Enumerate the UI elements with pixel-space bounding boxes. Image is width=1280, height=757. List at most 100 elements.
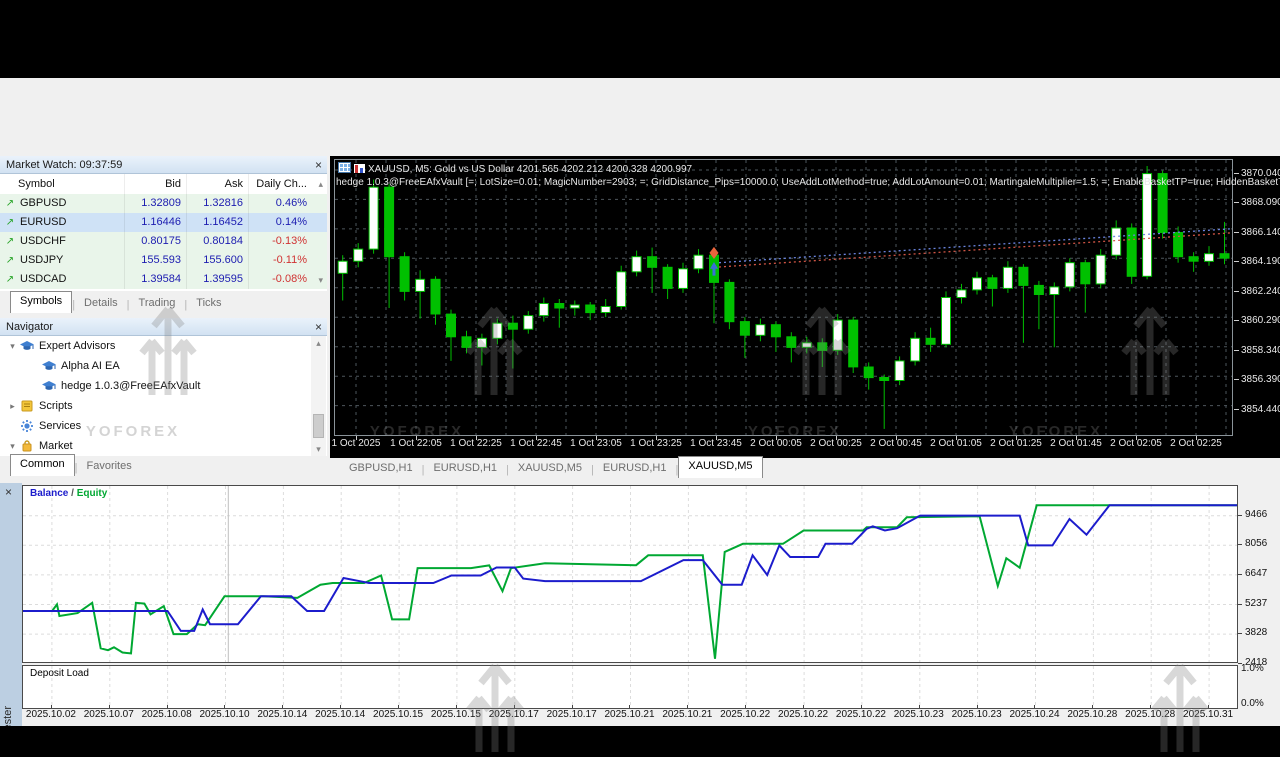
scroll-down-icon[interactable]: ▾ [311, 442, 326, 456]
value-tick [1238, 633, 1242, 634]
date-tick [167, 705, 168, 708]
date-tick [861, 705, 862, 708]
chevron-down-icon[interactable]: ▾ [6, 436, 19, 456]
chart-tab-xauusd-m5[interactable]: XAUUSD,M5 [509, 459, 591, 478]
date-axis-label: 2025.10.21 [662, 709, 712, 720]
time-axis-label: 1 Oct 23:25 [630, 438, 682, 449]
ask-cell: 0.80184 [186, 232, 248, 251]
scroll-down-icon[interactable]: ▾ [318, 275, 323, 286]
trend-up-icon: ↗ [0, 270, 20, 289]
scroll-up-icon[interactable]: ▴ [318, 179, 323, 190]
percent-bottom-label: 0.0% [1241, 698, 1264, 709]
ea-parameters-text: hedge 1.0.3@FreeEAfxVault [=; LotSize=0.… [336, 177, 1280, 188]
time-axis-label: 1 Oct 2025 [332, 438, 381, 449]
tree-item-market[interactable]: ▾Market [0, 436, 327, 456]
scroll-up-icon[interactable]: ▴ [311, 336, 326, 350]
date-tick [340, 705, 341, 708]
strategy-tester-strip[interactable]: × Strategy Tester [0, 483, 22, 726]
deposit-load-chart[interactable]: Deposit Load [22, 665, 1238, 709]
bid-cell: 1.16446 [124, 213, 186, 232]
value-tick [1238, 574, 1242, 575]
close-icon[interactable]: × [315, 318, 322, 336]
close-icon[interactable]: × [315, 156, 322, 174]
date-tick [51, 705, 52, 708]
depth-of-market-icon[interactable] [338, 162, 351, 173]
chart-tab-xauusd-m5[interactable]: XAUUSD,M5 [678, 456, 762, 478]
balance-equity-chart[interactable]: Balance / Equity [22, 485, 1238, 663]
table-row[interactable]: ↗EURUSD1.164461.164520.14% [0, 213, 327, 232]
candlestick-chart[interactable] [334, 159, 1233, 436]
close-icon[interactable]: × [5, 485, 12, 499]
value-axis-label: 6647 [1245, 568, 1267, 579]
date-axis-label: 2025.10.22 [836, 709, 886, 720]
scripts-icon [19, 400, 35, 412]
time-axis-label: 1 Oct 23:45 [690, 438, 742, 449]
ask-cell: 155.600 [186, 251, 248, 270]
date-tick [572, 705, 573, 708]
time-axis-label: 2 Oct 00:05 [750, 438, 802, 449]
market-watch-rows: ↗GBPUSD1.328091.328160.46%↗EURUSD1.16446… [0, 194, 327, 289]
tab-trading[interactable]: Trading [130, 294, 185, 313]
chart-tab-eurusd-h1[interactable]: EURUSD,H1 [424, 459, 506, 478]
tree-item-label: Expert Advisors [35, 336, 115, 356]
value-axis-label: 5237 [1245, 598, 1267, 609]
strategy-tester-panel: × Strategy Tester Balance / Equity Depos… [0, 483, 1280, 726]
bid-cell: 155.593 [124, 251, 186, 270]
date-tick [977, 705, 978, 708]
date-axis-label: 2025.10.21 [604, 709, 654, 720]
symbol-cell: USDCHF [20, 232, 124, 251]
date-axis-label: 2025.10.02 [26, 709, 76, 720]
time-axis-label: 2 Oct 01:05 [930, 438, 982, 449]
tree-item-hedge-1-0-3-freeeafxvault[interactable]: hedge 1.0.3@FreeEAfxVault [0, 376, 327, 396]
chevron-down-icon[interactable]: ▾ [6, 336, 19, 356]
date-tick [1034, 705, 1035, 708]
services-icon [19, 420, 35, 432]
trend-up-icon: ↗ [0, 251, 20, 270]
table-row[interactable]: ↗USDJPY155.593155.600-0.11% [0, 251, 327, 270]
chevron-right-icon[interactable]: ▸ [6, 396, 19, 416]
table-row[interactable]: ↗USDCAD1.395841.39595-0.08% [0, 270, 327, 289]
symbol-cell: GBPUSD [20, 194, 124, 213]
chart-tab-gbpusd-h1[interactable]: GBPUSD,H1 [340, 459, 422, 478]
navigator-titlebar: Navigator × [0, 318, 327, 336]
time-axis-label: 1 Oct 22:05 [390, 438, 442, 449]
column-header-bid[interactable]: Bid [124, 174, 186, 194]
bid-cell: 1.39584 [124, 270, 186, 289]
chart-tabbar: GBPUSD,H1|EURUSD,H1|XAUUSD,M5|EURUSD,H1|… [330, 458, 1280, 478]
date-tick [224, 705, 225, 708]
tree-item-expert-advisors[interactable]: ▾ Expert Advisors [0, 336, 327, 356]
symbol-cell: USDCAD [20, 270, 124, 289]
scrollbar-thumb[interactable] [313, 414, 324, 438]
column-header-ask[interactable]: Ask [186, 174, 248, 194]
price-tick [1234, 173, 1239, 174]
tab-favorites[interactable]: Favorites [77, 457, 140, 476]
price-axis-label: 3868.090 [1241, 197, 1280, 208]
tab-common[interactable]: Common [10, 454, 75, 476]
tab-ticks[interactable]: Ticks [187, 294, 230, 313]
column-header-symbol[interactable]: Symbol [0, 174, 124, 194]
time-axis-label: 2 Oct 02:25 [1170, 438, 1222, 449]
tree-item-services[interactable]: Services [0, 416, 327, 436]
column-header-change[interactable]: Daily Ch... [248, 174, 312, 194]
bid-cell: 0.80175 [124, 232, 186, 251]
table-row[interactable]: ↗GBPUSD1.328091.328160.46% [0, 194, 327, 213]
chart-type-icon[interactable] [354, 164, 365, 173]
navigator-title: Navigator [6, 321, 53, 333]
tree-item-alpha-ai-ea[interactable]: Alpha AI EA [0, 356, 327, 376]
date-tick [687, 705, 688, 708]
tree-item-scripts[interactable]: ▸Scripts [0, 396, 327, 416]
date-axis-label: 2025.10.22 [720, 709, 770, 720]
workspace: Market Watch: 09:37:59 × SymbolBidAskDai… [0, 78, 1280, 648]
expert-icon [19, 340, 35, 353]
deposit-load-label: Deposit Load [30, 668, 89, 679]
chart-tab-eurusd-h1[interactable]: EURUSD,H1 [594, 459, 676, 478]
date-axis-label: 2025.10.10 [199, 709, 249, 720]
tab-details[interactable]: Details [75, 294, 127, 313]
value-tick [1238, 515, 1242, 516]
symbol-cell: USDJPY [20, 251, 124, 270]
date-axis-label: 2025.10.17 [547, 709, 597, 720]
time-axis-label: 1 Oct 22:25 [450, 438, 502, 449]
tab-symbols[interactable]: Symbols [10, 291, 72, 313]
navigator-scrollbar[interactable]: ▴ ▾ [311, 336, 326, 456]
table-row[interactable]: ↗USDCHF0.801750.80184-0.13% [0, 232, 327, 251]
